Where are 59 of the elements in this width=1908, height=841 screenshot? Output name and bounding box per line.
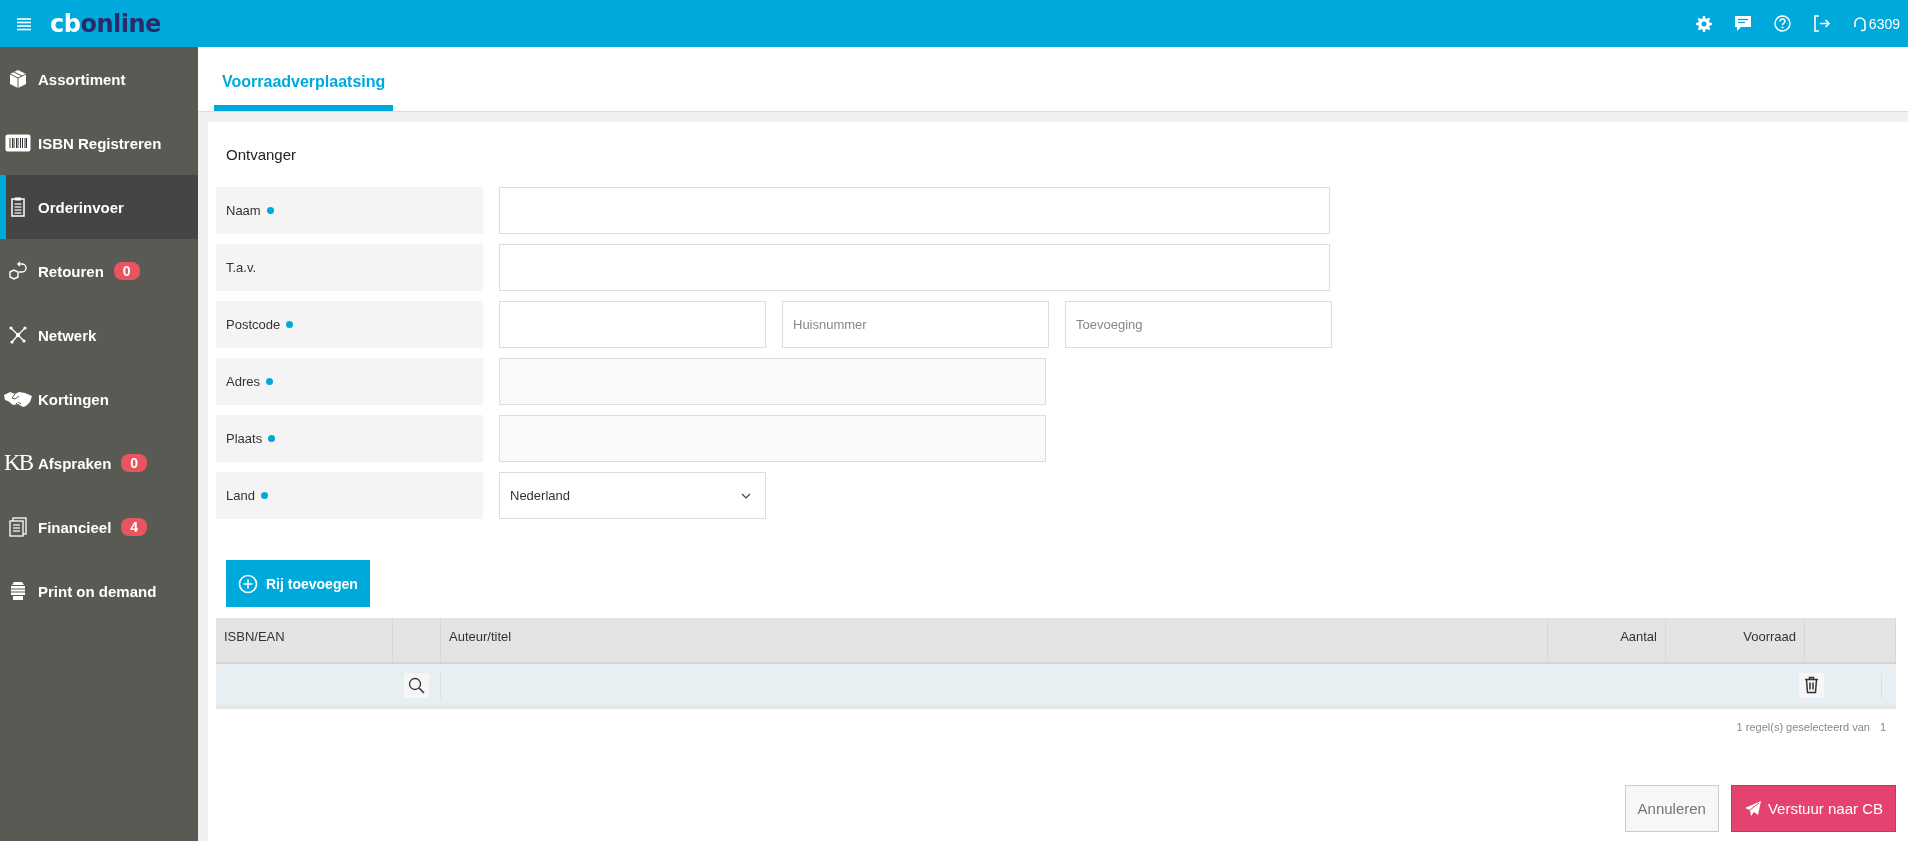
barcode-icon	[5, 134, 31, 152]
sidebar-item[interactable]: Orderinvoer	[0, 175, 198, 239]
sidebar-item[interactable]: Financieel 4	[0, 495, 198, 559]
count-badge: 0	[113, 262, 140, 280]
section-title: Ontvanger	[225, 146, 298, 163]
headset-icon	[1852, 15, 1867, 32]
send-button[interactable]: Verstuur naar CB	[1730, 785, 1896, 832]
sidebar-item[interactable]: Print on demand	[0, 559, 198, 623]
search-icon	[408, 676, 425, 694]
box-icon	[9, 69, 27, 89]
selection-summary: 1 regel(s) geselecteerd van	[1736, 721, 1870, 733]
field-label: Plaats	[216, 415, 483, 462]
input-field[interactable]	[499, 301, 766, 348]
field-label: Land	[216, 472, 483, 519]
count-badge: 4	[121, 518, 148, 536]
handshake-icon	[4, 390, 32, 408]
user-code: 6309	[1868, 15, 1900, 32]
sidebar-item[interactable]: Netwerk	[0, 303, 198, 367]
input-field[interactable]	[499, 244, 1330, 291]
dropdown[interactable]: Nederland	[499, 472, 766, 519]
input-field[interactable]	[499, 358, 1046, 405]
trash-icon	[1804, 676, 1819, 694]
row-total: 1	[1879, 721, 1886, 733]
count-badge: 0	[121, 454, 148, 472]
plus-circle-icon	[238, 573, 258, 594]
paper-plane-icon	[1743, 800, 1762, 817]
column-header: Voorraad	[1666, 618, 1805, 662]
sidebar-item[interactable]: Retouren 0	[0, 239, 198, 303]
help-icon[interactable]	[1773, 15, 1791, 32]
field-label: T.a.v.	[216, 244, 483, 291]
delete-button[interactable]	[1799, 672, 1824, 698]
network-icon	[8, 325, 28, 345]
clipboard-icon	[11, 197, 25, 217]
logo: cbonline	[50, 11, 161, 36]
sidebar-item[interactable]: ISBN Registreren	[0, 111, 198, 175]
settings-icon[interactable]	[1695, 15, 1712, 32]
sidebar-item[interactable]: KB Afspraken 0	[0, 431, 198, 495]
chevron-down-icon	[741, 492, 751, 499]
printer-icon	[10, 581, 26, 601]
sidebar-item[interactable]: Assortiment	[0, 47, 198, 111]
logout-icon[interactable]	[1812, 15, 1831, 32]
column-header: Aantal	[1548, 618, 1666, 662]
search-button[interactable]	[404, 672, 429, 698]
column-header: ISBN/EAN	[216, 618, 393, 662]
return-box-icon	[8, 261, 28, 281]
field-label: Postcode	[216, 301, 483, 348]
input-field[interactable]: Toevoeging	[1065, 301, 1332, 348]
document-icon	[9, 517, 27, 537]
menu-icon[interactable]	[16, 16, 32, 31]
cancel-button[interactable]: Annuleren	[1624, 785, 1719, 832]
field-label: Naam	[216, 187, 483, 234]
chat-icon[interactable]	[1733, 15, 1752, 32]
input-field[interactable]: Huisnummer	[782, 301, 1049, 348]
logo-icon: KB	[4, 450, 32, 476]
sidebar-item[interactable]: Kortingen	[0, 367, 198, 431]
column-header: Auteur/titel	[441, 618, 1548, 662]
field-label: Adres	[216, 358, 483, 405]
input-field[interactable]	[499, 415, 1046, 462]
input-field[interactable]	[499, 187, 1330, 234]
